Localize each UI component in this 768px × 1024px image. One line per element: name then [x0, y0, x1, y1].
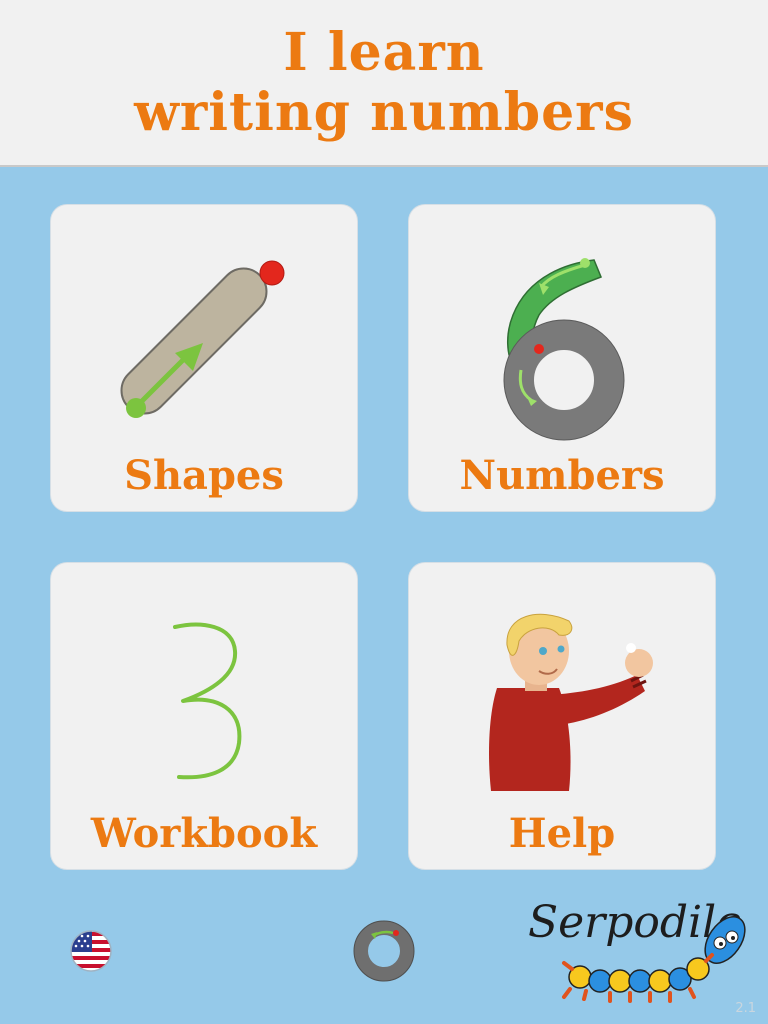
app-header: I learn writing numbers — [0, 0, 768, 167]
version-label: 2.1 — [735, 1001, 756, 1016]
numbers-label: Numbers — [459, 452, 665, 499]
workbook-tile-button[interactable]: Workbook — [51, 563, 357, 869]
us-flag-icon[interactable] — [70, 930, 112, 972]
numbers-tile-button[interactable]: Numbers — [409, 205, 715, 511]
tracing-ring-icon[interactable] — [351, 918, 417, 984]
app-title-line-2: writing numbers — [134, 81, 634, 143]
help-label: Help — [508, 810, 616, 857]
workbook-label: Workbook — [90, 810, 318, 857]
serpodile-logo: Serpodile — [520, 885, 760, 1005]
shapes-tile-button[interactable]: Shapes — [51, 205, 357, 511]
help-tile-button[interactable]: Help — [409, 563, 715, 869]
shapes-label: Shapes — [124, 452, 284, 499]
app-title-line-1: I learn — [283, 21, 485, 83]
